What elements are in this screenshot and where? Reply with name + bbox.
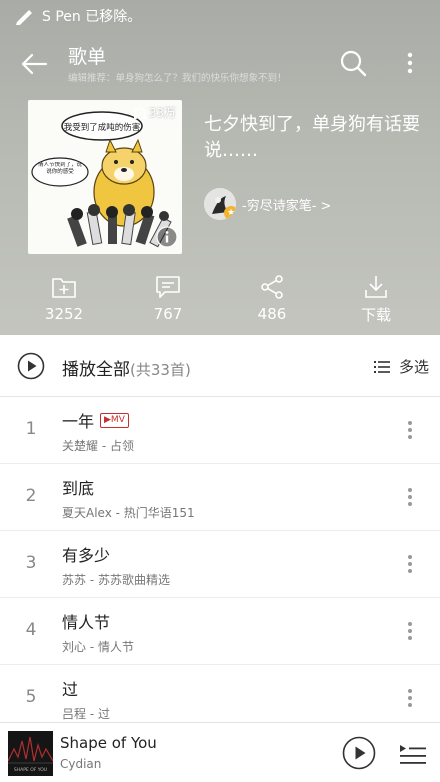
play-icon[interactable] <box>342 736 376 770</box>
kebab-icon[interactable] <box>402 551 418 577</box>
track-row[interactable]: 3 有多少 苏苏 - 苏苏歌曲精选 <box>0 531 440 598</box>
track-title-text: 一年 <box>62 412 95 431</box>
track-number: 1 <box>25 419 37 439</box>
playlist-name: 七夕快到了，单身狗有话要说…… <box>204 114 420 161</box>
status-bar: S Pen 已移除。 <box>0 0 440 32</box>
download-icon <box>365 276 387 298</box>
mv-badge[interactable]: ▶MV <box>100 412 129 428</box>
kebab-icon[interactable] <box>402 417 418 443</box>
share-button[interactable]: 486 <box>232 274 312 323</box>
track-title: 情人节 <box>62 613 111 632</box>
multi-select-label: 多选 <box>399 358 430 376</box>
info-icon[interactable] <box>156 226 178 248</box>
play-all-text: 播放全部 <box>62 360 130 380</box>
track-number: 5 <box>25 687 37 707</box>
track-title: 到底 <box>62 479 95 498</box>
cover-label: SHAPE OF YOU <box>14 767 47 773</box>
collect-count: 3252 <box>44 305 84 323</box>
play-all-bar[interactable]: 播放全部(共33首) 多选 <box>0 335 440 397</box>
kebab-icon[interactable] <box>402 618 418 644</box>
track-row[interactable]: 2 到底 夏天Alex - 热门华语151 <box>0 464 440 531</box>
comment-icon <box>156 276 180 298</box>
share-icon <box>261 275 283 299</box>
cover-bubble-2: 情人节快到了，说说你的感受 <box>37 162 82 175</box>
playlist-icon[interactable] <box>398 740 428 768</box>
track-count: (共33首) <box>130 361 191 379</box>
download-button[interactable]: 下载 <box>336 274 416 325</box>
play-circle-icon[interactable] <box>17 352 45 380</box>
kebab-icon[interactable] <box>402 685 418 711</box>
vip-star-icon: ★ <box>224 206 236 220</box>
folder-plus-icon <box>52 278 76 298</box>
track-row[interactable]: 4 情人节 刘心 - 情人节 <box>0 598 440 665</box>
share-count: 486 <box>257 305 287 323</box>
pen-icon <box>16 10 32 25</box>
headphone-icon <box>133 106 146 119</box>
track-number: 4 <box>25 620 37 640</box>
play-count: 33万 <box>133 104 176 121</box>
playlist-header: S Pen 已移除。 歌单 编辑推荐：单身狗怎么了？我们的快乐你想象不到！ 我受… <box>0 0 440 335</box>
search-icon[interactable] <box>338 48 368 78</box>
download-label: 下载 <box>360 306 391 324</box>
kebab-icon[interactable] <box>402 484 418 510</box>
track-number: 2 <box>25 486 37 506</box>
track-artist-album: 夏天Alex - 热门华语151 <box>62 506 195 520</box>
cover-bubble-1: 我受到了成吨的伤害 <box>64 122 141 133</box>
comment-button[interactable]: 767 <box>128 274 208 323</box>
track-number: 3 <box>25 553 37 573</box>
multi-select-button[interactable]: 多选 <box>373 356 429 377</box>
play-count-value: 33万 <box>148 106 176 120</box>
mini-player[interactable]: SHAPE OF YOU Shape of You Cydian <box>0 722 440 782</box>
status-notification: S Pen 已移除。 <box>42 9 142 25</box>
title-bar: 歌单 编辑推荐：单身狗怎么了？我们的快乐你想象不到！ <box>0 40 440 88</box>
track-row[interactable]: 1 一年 ▶MV 关楚耀 - 占领 <box>0 397 440 464</box>
back-arrow-icon[interactable] <box>18 48 50 80</box>
track-title: 有多少 <box>62 546 111 565</box>
now-playing-cover[interactable]: SHAPE OF YOU <box>8 731 53 776</box>
track-title: 一年 ▶MV <box>62 408 129 432</box>
play-all-label[interactable]: 播放全部(共33首) <box>62 355 191 380</box>
avatar: ★ <box>204 188 236 220</box>
track-artist-album: 刘心 - 情人节 <box>62 640 134 654</box>
playlist-stats: 3252 767 486 下载 <box>0 274 440 328</box>
creator-name: -穷尽诗家笔- > <box>242 198 332 214</box>
page-title: 歌单 <box>68 46 107 68</box>
track-artist-album: 关楚耀 - 占领 <box>62 439 134 453</box>
comment-count: 767 <box>153 305 183 323</box>
now-playing-artist: Cydian <box>60 757 102 771</box>
track-artist-album: 吕程 - 过 <box>62 707 110 721</box>
page-subtitle: 编辑推荐：单身狗怎么了？我们的快乐你想象不到！ <box>68 73 287 84</box>
collect-button[interactable]: 3252 <box>24 274 104 323</box>
now-playing-title: Shape of You <box>60 734 157 752</box>
more-vertical-icon[interactable] <box>400 48 420 78</box>
list-icon <box>374 360 390 373</box>
track-title: 过 <box>62 680 79 699</box>
creator-link[interactable]: ★ -穷尽诗家笔- > <box>204 188 331 220</box>
track-artist-album: 苏苏 - 苏苏歌曲精选 <box>62 573 170 587</box>
